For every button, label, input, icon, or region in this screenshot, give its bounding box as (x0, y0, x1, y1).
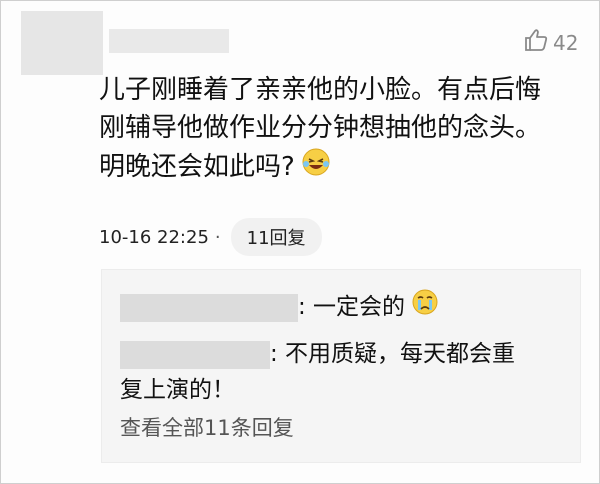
separator: · (214, 226, 221, 248)
comment-text: 儿子刚睡着了亲亲他的小脸。有点后悔 刚辅导他做作业分分钟想抽他的念头。 明晚还会… (99, 71, 579, 188)
crying-emoji-icon (411, 288, 439, 327)
comment-line: 明晚还会如此吗? (99, 147, 579, 188)
laughing-tears-emoji-icon (301, 147, 331, 188)
reply-text: : 一定会的 (298, 294, 406, 320)
reply-item[interactable]: : 一定会的 (120, 288, 439, 327)
comment-line: 刚辅导他做作业分分钟想抽他的念头。 (99, 113, 542, 143)
replies-panel: : 一定会的 : 不用质疑，每天都会重 复上演的！ 查看全部11条回复 (101, 269, 581, 463)
view-all-replies-link[interactable]: 查看全部11条回复 (120, 412, 294, 442)
reply-text: : 不用质疑，每天都会重 (270, 341, 516, 367)
avatar[interactable] (21, 11, 103, 75)
reply-username-redacted[interactable] (120, 340, 270, 369)
timestamp: 10-16 22:25 (99, 226, 209, 248)
like-count: 42 (553, 30, 579, 55)
username-redacted[interactable] (109, 29, 229, 53)
thumbs-up-icon (523, 27, 553, 58)
comment-line: 儿子刚睡着了亲亲他的小脸。有点后悔 (99, 75, 542, 105)
comment-line-text: 明晚还会如此吗? (99, 152, 295, 182)
reply-count-button[interactable]: 11回复 (230, 218, 322, 256)
reply-text: 复上演的！ (120, 377, 235, 403)
reply-item[interactable]: : 不用质疑，每天都会重 复上演的！ (120, 336, 515, 408)
comment-meta: 10-16 22:25 · 11回复 (99, 218, 322, 256)
reply-username-redacted[interactable] (120, 293, 298, 322)
comment-card: 42 儿子刚睡着了亲亲他的小脸。有点后悔 刚辅导他做作业分分钟想抽他的念头。 明… (0, 0, 600, 484)
like-button[interactable]: 42 (523, 27, 578, 58)
